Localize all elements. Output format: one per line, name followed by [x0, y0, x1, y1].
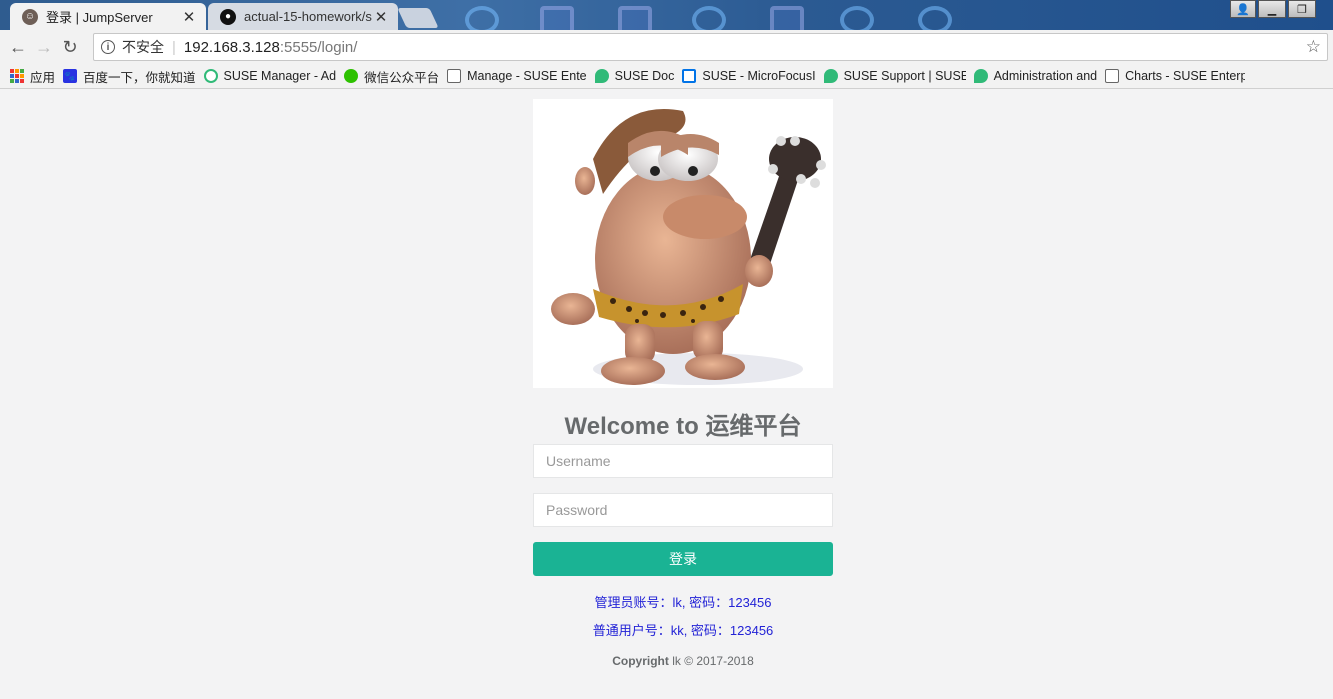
- tab-title: actual-15-homework/s: [244, 9, 372, 24]
- bookmark-label: Manage - SUSE Ente: [467, 69, 587, 83]
- username-input[interactable]: [533, 444, 833, 478]
- suse-icon: [203, 69, 218, 83]
- welcome-heading: Welcome to 运维平台: [564, 413, 802, 440]
- restore-button[interactable]: ❐: [1288, 0, 1316, 18]
- user-account-hint: 普通用户号：kk, 密码：123456: [592, 623, 774, 638]
- github-icon: ●: [220, 8, 236, 25]
- apps-grid-icon: [10, 69, 24, 83]
- info-icon[interactable]: i: [101, 40, 115, 54]
- bookmark-apps[interactable]: 应用: [10, 67, 55, 86]
- copyright-owner: lk © 2017-2018: [668, 654, 754, 668]
- bookmark-microfocus[interactable]: SUSE - MicroFocusI: [682, 69, 816, 83]
- desktop-decoration: [840, 6, 874, 30]
- bookmark-manage-suse[interactable]: Manage - SUSE Ente: [447, 69, 587, 83]
- url-host: 192.168.3.128: [183, 38, 280, 56]
- window-titlebar: ☺ 登录 | JumpServer ✕ ● actual-15-homework…: [0, 0, 1333, 30]
- bookmark-label: 百度一下，你就知道: [83, 70, 196, 85]
- password-input[interactable]: [533, 493, 833, 527]
- bookmark-label: SUSE - MicroFocusI: [702, 69, 816, 83]
- bookmark-baidu[interactable]: 🐾 百度一下，你就知道: [63, 67, 196, 86]
- suse-chat-icon: [594, 69, 609, 83]
- suse-chat-icon: [973, 69, 988, 83]
- window-controls: 👤 ▁ ❐: [1228, 0, 1316, 20]
- admin-account-hint: 管理员账号：lk, 密码：123456: [594, 595, 772, 610]
- caveman-illustration: [551, 109, 826, 385]
- bookmark-label: Charts - SUSE Enterp: [1125, 69, 1246, 83]
- insecure-label: 不安全: [122, 39, 164, 55]
- desktop-decoration: [918, 6, 952, 30]
- bookmark-label: 应用: [30, 70, 56, 85]
- page-content: Welcome to 运维平台 登录 管理员账号：lk, 密码：123456 普…: [0, 90, 1333, 699]
- bookmark-suse-doc[interactable]: SUSE Doc: [594, 69, 675, 83]
- address-divider: |: [172, 38, 176, 56]
- desktop-decoration: [540, 6, 574, 30]
- jumpserver-icon: ☺: [22, 8, 38, 25]
- caveman-logo: [533, 99, 833, 388]
- login-button[interactable]: 登录: [533, 542, 833, 576]
- bookmark-wechat[interactable]: 微信公众平台: [344, 67, 439, 86]
- desktop-decoration: [770, 6, 804, 30]
- bookmark-label: SUSE Support | SUSE: [843, 69, 966, 83]
- wechat-icon: [344, 69, 359, 83]
- document-icon: [447, 69, 462, 83]
- close-tab-icon[interactable]: ✕: [182, 8, 196, 26]
- browser-toolbar: ← → ↻ i 不安全 | 192.168.3.128:5555/login/ …: [0, 30, 1333, 64]
- tab-jumpserver-login[interactable]: ☺ 登录 | JumpServer ✕: [10, 3, 206, 30]
- bookmark-star-icon[interactable]: ☆: [1306, 37, 1321, 57]
- bookmark-charts[interactable]: Charts - SUSE Enterp: [1105, 69, 1245, 83]
- close-tab-icon[interactable]: ✕: [374, 8, 388, 26]
- new-tab-button[interactable]: [397, 8, 439, 28]
- url-path: :5555/login/: [279, 38, 358, 56]
- bookmark-label: Administration and: [993, 69, 1098, 83]
- tab-github-homework[interactable]: ● actual-15-homework/s ✕: [208, 3, 398, 30]
- address-bar[interactable]: i 不安全 | 192.168.3.128:5555/login/ ☆: [93, 33, 1328, 61]
- bookmark-label: 微信公众平台: [364, 70, 440, 85]
- back-arrow-icon[interactable]: ←: [5, 37, 31, 58]
- bookmark-label: SUSE Manager - Ad: [223, 69, 337, 83]
- suse-chat-icon: [823, 69, 838, 83]
- bookmark-label: SUSE Doc: [614, 69, 675, 83]
- reload-icon[interactable]: ↻: [57, 37, 83, 58]
- desktop-decoration: [465, 6, 499, 30]
- desktop-decoration: [618, 6, 652, 30]
- desktop-decoration: [692, 6, 726, 30]
- bookmark-administration[interactable]: Administration and: [973, 69, 1098, 83]
- document-icon: [1105, 69, 1120, 83]
- minimize-button[interactable]: ▁: [1258, 0, 1286, 18]
- copyright-text: Copyright lk © 2017-2018: [533, 654, 833, 668]
- bookmark-suse-manager[interactable]: SUSE Manager - Ad: [203, 69, 337, 83]
- copyright-label: Copyright: [612, 654, 669, 668]
- tab-title: 登录 | JumpServer: [46, 10, 153, 25]
- bookmarks-bar: 应用 🐾 百度一下，你就知道 SUSE Manager - Ad 微信公众平台 …: [0, 64, 1333, 89]
- baidu-icon: 🐾: [63, 69, 78, 83]
- profile-icon[interactable]: 👤: [1230, 0, 1256, 18]
- microfocus-icon: [682, 69, 697, 83]
- bookmark-suse-support[interactable]: SUSE Support | SUSE: [823, 69, 966, 83]
- forward-arrow-icon[interactable]: →: [31, 37, 57, 58]
